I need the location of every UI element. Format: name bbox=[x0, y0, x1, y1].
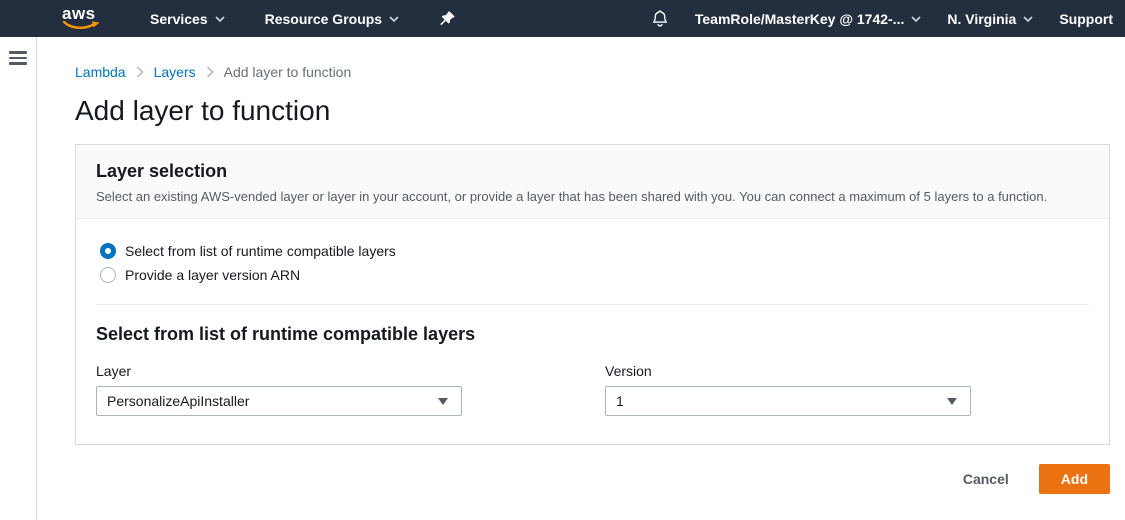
nav-services-label: Services bbox=[150, 11, 208, 27]
version-field-label: Version bbox=[605, 363, 971, 379]
top-navigation-bar: aws Services Resource Groups TeamRo bbox=[0, 0, 1125, 37]
breadcrumb-current-page: Add layer to function bbox=[224, 64, 352, 80]
radio-label: Select from list of runtime compatible l… bbox=[125, 243, 396, 259]
chevron-down-icon bbox=[1023, 16, 1033, 22]
chevron-down-icon bbox=[215, 16, 225, 22]
version-select-dropdown[interactable]: 1 bbox=[605, 386, 971, 416]
radio-button-icon bbox=[100, 267, 116, 283]
aws-smile-icon bbox=[63, 20, 101, 32]
main-content: Lambda Layers Add layer to function Add … bbox=[37, 37, 1125, 520]
nav-services-menu[interactable]: Services bbox=[150, 11, 225, 27]
breadcrumb: Lambda Layers Add layer to function bbox=[75, 64, 1110, 80]
layer-select-value: PersonalizeApiInstaller bbox=[97, 393, 249, 409]
breadcrumb-lambda-link[interactable]: Lambda bbox=[75, 64, 126, 80]
layer-selection-card: Layer selection Select an existing AWS-v… bbox=[75, 144, 1110, 445]
card-title: Layer selection bbox=[96, 161, 1089, 182]
nav-support-menu[interactable]: Support bbox=[1059, 11, 1113, 27]
chevron-down-icon bbox=[389, 16, 399, 22]
section-divider bbox=[96, 304, 1089, 305]
chevron-right-icon bbox=[136, 66, 144, 78]
layer-field: Layer PersonalizeApiInstaller bbox=[96, 363, 462, 416]
card-description: Select an existing AWS-vended layer or l… bbox=[96, 189, 1089, 204]
breadcrumb-layers-link[interactable]: Layers bbox=[154, 64, 196, 80]
nav-region-label: N. Virginia bbox=[947, 11, 1016, 27]
field-row: Layer PersonalizeApiInstaller Version 1 bbox=[96, 363, 1089, 416]
nav-resource-groups-label: Resource Groups bbox=[265, 11, 382, 27]
dropdown-caret-icon bbox=[438, 398, 448, 405]
hamburger-menu-icon[interactable] bbox=[9, 51, 27, 65]
nav-support-label: Support bbox=[1059, 11, 1113, 27]
radio-select-from-list[interactable]: Select from list of runtime compatible l… bbox=[100, 243, 1089, 259]
pushpin-icon[interactable] bbox=[439, 10, 456, 27]
nav-account-label: TeamRole/MasterKey @ 1742-... bbox=[695, 11, 904, 27]
radio-button-icon bbox=[100, 243, 116, 259]
chevron-down-icon bbox=[911, 16, 921, 22]
layer-select-dropdown[interactable]: PersonalizeApiInstaller bbox=[96, 386, 462, 416]
cancel-button[interactable]: Cancel bbox=[963, 471, 1009, 487]
dropdown-caret-icon bbox=[947, 398, 957, 405]
version-select-value: 1 bbox=[606, 393, 624, 409]
radio-provide-arn[interactable]: Provide a layer version ARN bbox=[100, 267, 1089, 283]
version-field: Version 1 bbox=[605, 363, 971, 416]
form-actions: Cancel Add bbox=[75, 464, 1110, 494]
chevron-right-icon bbox=[206, 66, 214, 78]
card-header: Layer selection Select an existing AWS-v… bbox=[76, 145, 1109, 219]
page-title: Add layer to function bbox=[75, 95, 1110, 127]
bell-icon[interactable] bbox=[651, 9, 669, 28]
aws-logo[interactable]: aws bbox=[62, 5, 102, 33]
nav-account-menu[interactable]: TeamRole/MasterKey @ 1742-... bbox=[695, 11, 921, 27]
nav-region-menu[interactable]: N. Virginia bbox=[947, 11, 1033, 27]
nav-resource-groups-menu[interactable]: Resource Groups bbox=[265, 11, 399, 27]
radio-label: Provide a layer version ARN bbox=[125, 267, 300, 283]
layer-field-label: Layer bbox=[96, 363, 462, 379]
card-body: Select from list of runtime compatible l… bbox=[76, 219, 1109, 444]
runtime-section-title: Select from list of runtime compatible l… bbox=[96, 324, 1089, 345]
collapsed-sidebar bbox=[0, 37, 37, 520]
add-button[interactable]: Add bbox=[1039, 464, 1110, 494]
nav-right-group: TeamRole/MasterKey @ 1742-... N. Virgini… bbox=[651, 9, 1125, 28]
